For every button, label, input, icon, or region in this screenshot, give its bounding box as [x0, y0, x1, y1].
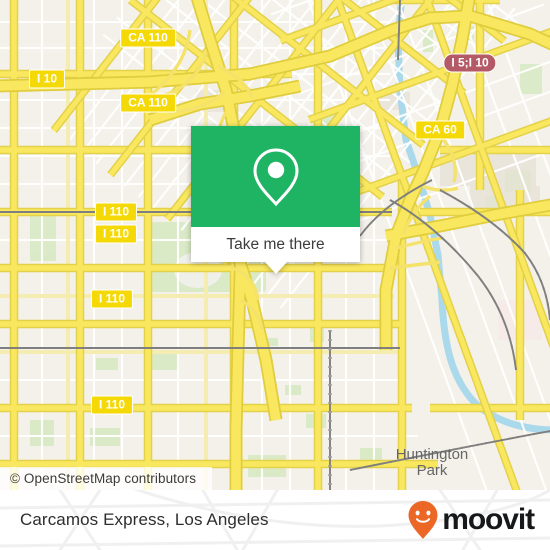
place-label-line2: Park	[417, 462, 448, 479]
road-shield: CA 60	[415, 120, 465, 140]
place-label-line1: Huntington	[396, 446, 469, 463]
place-title: Carcamos Express, Los Angeles	[20, 490, 269, 550]
popup-icon-panel	[191, 126, 360, 227]
take-me-there-button[interactable]: Take me there	[191, 227, 360, 274]
place-title-text: Carcamos Express, Los Angeles	[20, 510, 269, 529]
popup-tail	[264, 262, 287, 274]
take-me-there-label: Take me there	[226, 235, 325, 253]
road-shield: I 5;I 10	[443, 53, 497, 73]
location-popup-card[interactable]: Take me there	[191, 126, 360, 274]
road-shield: I 10	[28, 69, 66, 89]
road-shield: CA 110	[120, 28, 176, 48]
map-pin-icon	[252, 147, 299, 206]
road-shield: I 110	[90, 395, 134, 415]
footer-bar: Carcamos Express, Los Angeles moovit	[0, 490, 550, 550]
moovit-smiley-pin-icon	[408, 501, 438, 539]
attribution-text: © OpenStreetMap contributors	[10, 471, 197, 486]
moovit-wordmark: moovit	[442, 503, 535, 536]
moovit-map-screenshot: Huntington Park I 10 CA 110 CA 110 I 5;I 10…	[0, 0, 550, 550]
moovit-logo[interactable]: moovit	[407, 490, 535, 550]
road-shield: I 110	[90, 289, 134, 309]
road-shield: I 110	[94, 202, 138, 222]
osm-attribution[interactable]: © OpenStreetMap contributors	[0, 467, 212, 490]
road-shield: I 110	[94, 224, 138, 244]
road-shield: CA 110	[120, 93, 176, 113]
